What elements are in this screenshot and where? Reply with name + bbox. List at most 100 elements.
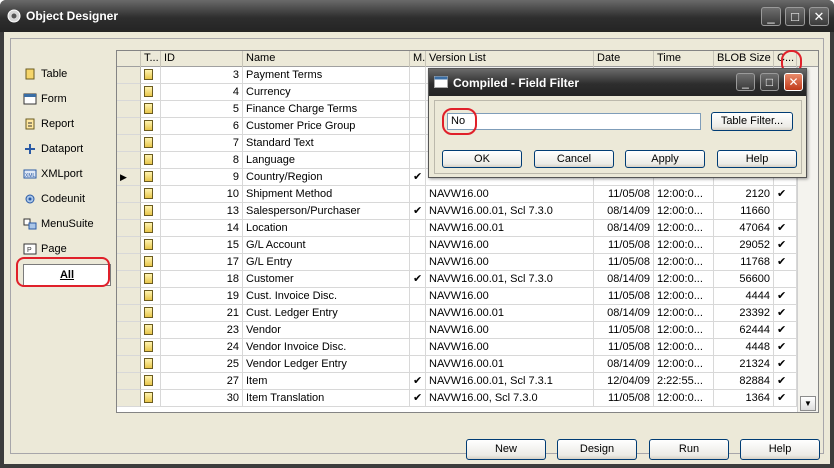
table-row[interactable]: 15 G/L Account NAVW16.00 11/05/08 12:00:0...… xyxy=(117,237,797,254)
cell-m[interactable] xyxy=(410,152,426,169)
help-button[interactable]: Help xyxy=(740,439,820,460)
cell-c[interactable]: ✔ xyxy=(774,373,797,390)
cell-time[interactable]: 12:00:0... xyxy=(654,288,714,305)
cell-name[interactable]: Item Translation xyxy=(243,390,410,407)
cell-date[interactable]: 12/04/09 xyxy=(594,373,654,390)
cell-type[interactable] xyxy=(141,373,161,390)
cell-blob[interactable]: 4444 xyxy=(714,288,774,305)
cell-name[interactable]: Vendor xyxy=(243,322,410,339)
sidebar-item-xmlport[interactable]: XML XMLport xyxy=(23,165,83,183)
cell-name[interactable]: Item xyxy=(243,373,410,390)
cell-c[interactable]: ✔ xyxy=(774,237,797,254)
cell-id[interactable]: 4 xyxy=(161,84,243,101)
cell-date[interactable]: 08/14/09 xyxy=(594,305,654,322)
cell-name[interactable]: Cust. Invoice Disc. xyxy=(243,288,410,305)
table-filter-button[interactable]: Table Filter... xyxy=(711,112,793,131)
header-id[interactable]: ID xyxy=(161,51,243,67)
cell-name[interactable]: G/L Account xyxy=(243,237,410,254)
new-button[interactable]: New xyxy=(466,439,546,460)
cell-m[interactable] xyxy=(410,254,426,271)
cell-type[interactable] xyxy=(141,322,161,339)
sidebar-item-form[interactable]: Form xyxy=(23,90,67,108)
cell-id[interactable]: 5 xyxy=(161,101,243,118)
filter-value-input[interactable]: No xyxy=(447,113,701,130)
cell-name[interactable]: Standard Text xyxy=(243,135,410,152)
cell-blob[interactable]: 23392 xyxy=(714,305,774,322)
sidebar-item-codeunit[interactable]: Codeunit xyxy=(23,190,85,208)
table-row[interactable]: 19 Cust. Invoice Disc. NAVW16.00 11/05/08 12… xyxy=(117,288,797,305)
cell-type[interactable] xyxy=(141,101,161,118)
cell-time[interactable]: 12:00:0... xyxy=(654,271,714,288)
row-selector[interactable] xyxy=(117,356,141,373)
cell-blob[interactable]: 11660 xyxy=(714,203,774,220)
cell-name[interactable]: Cust. Ledger Entry xyxy=(243,305,410,322)
sidebar-item-report[interactable]: Report xyxy=(23,115,74,133)
cell-id[interactable]: 19 xyxy=(161,288,243,305)
row-selector[interactable] xyxy=(117,339,141,356)
cell-date[interactable]: 11/05/08 xyxy=(594,339,654,356)
table-row[interactable]: 23 Vendor NAVW16.00 11/05/08 12:00:0... 62444… xyxy=(117,322,797,339)
cancel-button[interactable]: Cancel xyxy=(534,150,614,168)
close-button[interactable]: ✕ xyxy=(809,7,829,26)
cell-date[interactable]: 11/05/08 xyxy=(594,254,654,271)
cell-m[interactable]: ✔ xyxy=(410,203,426,220)
cell-version[interactable]: NAVW16.00 xyxy=(426,322,594,339)
cell-type[interactable] xyxy=(141,169,161,186)
cell-time[interactable]: 12:00:0... xyxy=(654,322,714,339)
cell-version[interactable]: NAVW16.00.01, Scl 7.3.0 xyxy=(426,203,594,220)
row-selector[interactable] xyxy=(117,203,141,220)
row-selector[interactable] xyxy=(117,288,141,305)
cell-type[interactable] xyxy=(141,220,161,237)
cell-blob[interactable]: 1364 xyxy=(714,390,774,407)
row-selector[interactable] xyxy=(117,101,141,118)
cell-name[interactable]: Vendor Ledger Entry xyxy=(243,356,410,373)
cell-blob[interactable]: 4448 xyxy=(714,339,774,356)
cell-time[interactable]: 2:22:55... xyxy=(654,373,714,390)
cell-m[interactable] xyxy=(410,322,426,339)
maximize-button[interactable]: □ xyxy=(785,7,805,26)
cell-type[interactable] xyxy=(141,186,161,203)
cell-time[interactable]: 12:00:0... xyxy=(654,254,714,271)
cell-time[interactable]: 12:00:0... xyxy=(654,186,714,203)
cell-id[interactable]: 6 xyxy=(161,118,243,135)
table-row[interactable]: 24 Vendor Invoice Disc. NAVW16.00 11/05/08 1… xyxy=(117,339,797,356)
table-row[interactable]: 14 Location NAVW16.00.01 08/14/09 12:00:0...… xyxy=(117,220,797,237)
cell-date[interactable]: 11/05/08 xyxy=(594,288,654,305)
cell-name[interactable]: Currency xyxy=(243,84,410,101)
cell-m[interactable] xyxy=(410,220,426,237)
cell-type[interactable] xyxy=(141,254,161,271)
cell-id[interactable]: 13 xyxy=(161,203,243,220)
cell-version[interactable]: NAVW16.00.01 xyxy=(426,356,594,373)
cell-id[interactable]: 17 xyxy=(161,254,243,271)
header-name[interactable]: Name xyxy=(243,51,410,67)
cell-name[interactable]: Vendor Invoice Disc. xyxy=(243,339,410,356)
cell-m[interactable] xyxy=(410,339,426,356)
cell-name[interactable]: Language xyxy=(243,152,410,169)
scroll-down-button[interactable]: ▼ xyxy=(800,396,816,411)
cell-time[interactable]: 12:00:0... xyxy=(654,356,714,373)
cell-m[interactable]: ✔ xyxy=(410,271,426,288)
row-selector[interactable]: ▶ xyxy=(117,169,141,186)
sidebar-item-table[interactable]: Table xyxy=(23,65,67,83)
cell-c[interactable]: ✔ xyxy=(774,322,797,339)
cell-date[interactable]: 11/05/08 xyxy=(594,322,654,339)
cell-name[interactable]: Salesperson/Purchaser xyxy=(243,203,410,220)
cell-m[interactable]: ✔ xyxy=(410,373,426,390)
cell-id[interactable]: 7 xyxy=(161,135,243,152)
cell-m[interactable] xyxy=(410,237,426,254)
cell-id[interactable]: 24 xyxy=(161,339,243,356)
cell-type[interactable] xyxy=(141,67,161,84)
cell-date[interactable]: 08/14/09 xyxy=(594,203,654,220)
cell-version[interactable]: NAVW16.00.01, Scl 7.3.0 xyxy=(426,271,594,288)
cell-m[interactable] xyxy=(410,305,426,322)
dialog-maximize-button[interactable]: □ xyxy=(760,73,779,91)
cell-m[interactable] xyxy=(410,356,426,373)
cell-type[interactable] xyxy=(141,135,161,152)
cell-blob[interactable]: 2120 xyxy=(714,186,774,203)
row-selector[interactable] xyxy=(117,322,141,339)
cell-c[interactable]: ✔ xyxy=(774,288,797,305)
cell-date[interactable]: 11/05/08 xyxy=(594,237,654,254)
table-row[interactable]: 10 Shipment Method NAVW16.00 11/05/08 12:00:… xyxy=(117,186,797,203)
row-selector[interactable] xyxy=(117,135,141,152)
row-selector[interactable] xyxy=(117,118,141,135)
